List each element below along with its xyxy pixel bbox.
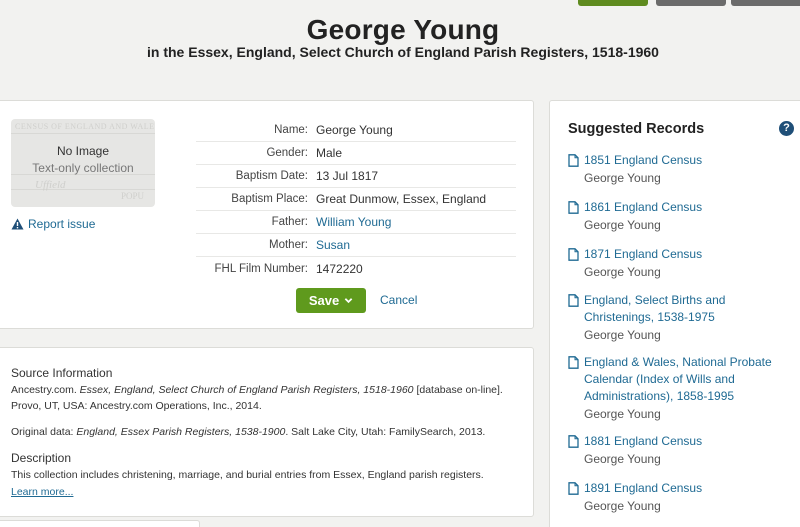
suggested-record[interactable]: 1881 England Census George Young [568, 433, 798, 468]
father-link[interactable]: William Young [316, 215, 391, 229]
document-icon [568, 435, 579, 448]
top-action-button-3[interactable] [731, 0, 800, 6]
citation-suffix: [database on-line]. [413, 384, 503, 396]
record-fields: Name: George Young Gender: Male Baptism … [196, 119, 516, 280]
save-button[interactable]: Save [296, 288, 366, 313]
field-label: Mother: [269, 239, 308, 251]
suggested-record-person: George Young [584, 218, 661, 232]
suggested-record-person: George Young [584, 499, 661, 513]
field-row-baptism-date: Baptism Date: 13 Jul 1817 [196, 165, 516, 188]
text-only-label: Text-only collection [32, 161, 134, 175]
suggested-record[interactable]: England & Wales, National Probate Calend… [568, 354, 798, 423]
original-title: England, Essex Parish Registers, 1538-19… [76, 426, 286, 438]
document-icon [568, 482, 579, 495]
report-issue-link[interactable]: Report issue [11, 217, 95, 231]
field-label: Name: [274, 124, 308, 136]
suggested-record-link[interactable]: 1891 England Census [584, 480, 702, 497]
suggested-record-link[interactable]: 1871 England Census [584, 246, 702, 263]
field-row-father: Father: William Young [196, 211, 516, 234]
suggested-record[interactable]: 1861 England Census George Young [568, 199, 798, 234]
image-bg-text: Uffield [35, 179, 66, 191]
field-row-gender: Gender: Male [196, 142, 516, 165]
field-row-fhl-film: FHL Film Number: 1472220 [196, 257, 516, 280]
top-action-button-2[interactable] [656, 0, 726, 6]
cancel-link[interactable]: Cancel [380, 293, 417, 307]
field-label: FHL Film Number: [214, 262, 309, 275]
suggested-record-link[interactable]: England, Select Births and Christenings,… [584, 292, 798, 326]
document-icon [568, 294, 579, 307]
suggested-record-link[interactable]: 1861 England Census [584, 199, 702, 216]
suggested-record[interactable]: 1851 England Census George Young [568, 152, 798, 187]
field-value: 13 Jul 1817 [316, 169, 379, 183]
learn-more-link[interactable]: Learn more... [11, 486, 73, 498]
document-icon [568, 201, 579, 214]
suggested-record-person: George Young [584, 171, 661, 185]
citation-publisher: Provo, UT, USA: Ancestry.com Operations,… [11, 400, 262, 412]
original-prefix: Original data: [11, 426, 77, 438]
record-image-placeholder: CENSUS OF ENGLAND AND WALES Uffield POPU… [11, 119, 155, 207]
no-image-label: No Image [56, 144, 110, 158]
image-bg-text: POPU [121, 191, 145, 201]
page-title: George Young [306, 14, 500, 45]
bottom-panel [0, 520, 200, 527]
citation-prefix: Ancestry.com. [11, 384, 80, 396]
chevron-down-icon [344, 298, 353, 304]
warning-icon [11, 218, 24, 230]
description-heading: Description [11, 451, 72, 465]
source-citation: Ancestry.com. Essex, England, Select Chu… [11, 382, 526, 414]
field-value: Great Dunmow, Essex, England [316, 192, 487, 206]
source-information-heading: Source Information [11, 366, 113, 380]
suggested-record-person: George Young [584, 407, 661, 421]
original-data: Original data: England, Essex Parish Reg… [11, 424, 526, 440]
field-label: Baptism Place: [231, 193, 308, 205]
citation-title: Essex, England, Select Church of England… [79, 384, 414, 396]
document-icon [568, 248, 579, 261]
field-row-baptism-place: Baptism Place: Great Dunmow, Essex, Engl… [196, 188, 516, 211]
image-bg-line [11, 189, 155, 190]
mother-link[interactable]: Susan [316, 238, 350, 252]
field-value: 1472220 [316, 261, 363, 276]
document-icon [568, 154, 579, 167]
page-subtitle: in the Essex, England, Select Church of … [147, 44, 659, 60]
field-row-mother: Mother: Susan [196, 234, 516, 257]
document-icon [568, 356, 579, 369]
suggested-record-link[interactable]: 1881 England Census [584, 433, 702, 450]
top-action-button-1[interactable] [578, 0, 648, 6]
save-button-label: Save [308, 293, 340, 308]
image-bg-line [11, 133, 155, 134]
suggested-records-title: Suggested Records [568, 121, 705, 137]
original-suffix: . Salt Lake City, Utah: FamilySearch, 20… [285, 426, 486, 438]
description-text: This collection includes christening, ma… [11, 469, 484, 481]
report-issue-label: Report issue [28, 217, 96, 231]
field-value: Male [316, 146, 343, 160]
image-bg-text: CENSUS OF ENGLAND AND WALES [15, 122, 155, 131]
suggested-record-link[interactable]: England & Wales, National Probate Calend… [584, 354, 798, 405]
suggested-record-link[interactable]: 1851 England Census [584, 152, 702, 169]
suggested-record[interactable]: England, Select Births and Christenings,… [568, 292, 798, 344]
field-value: George Young [316, 123, 393, 137]
field-label: Father: [271, 216, 308, 228]
suggested-record[interactable]: 1891 England Census George Young [568, 480, 798, 515]
suggested-record-person: George Young [584, 328, 661, 342]
field-row-name: Name: George Young [196, 119, 516, 142]
suggested-record[interactable]: 1871 England Census George Young [568, 246, 798, 281]
suggested-record-person: George Young [584, 265, 661, 279]
help-icon[interactable]: ? [779, 121, 794, 136]
suggested-record-person: George Young [584, 452, 661, 466]
field-label: Gender: [266, 147, 308, 159]
field-label: Baptism Date: [235, 170, 308, 182]
